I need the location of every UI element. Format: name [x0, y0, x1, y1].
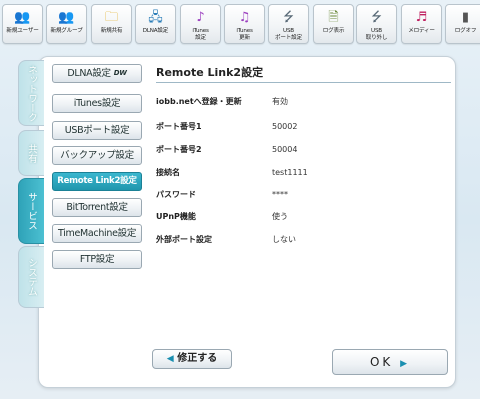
setting-value: ****: [272, 190, 288, 199]
log-document-icon: 🗎: [328, 10, 339, 25]
new-share-button[interactable]: 🗀 新規共有: [91, 4, 132, 44]
toolbar: 👥 新規ユーザー 👥 新規グループ 🗀 新規共有 🖧 DLNA設定 ♪ iTunes 設定 ♫ iTu…: [2, 4, 480, 48]
usb-icon: ⭍: [283, 10, 294, 25]
dlna-logo-icon: DW: [113, 69, 127, 77]
toolbar-button-label: 新規共有: [100, 28, 123, 34]
menu-item-label: バックアップ設定: [60, 150, 134, 161]
melody-icon: ♬: [415, 10, 428, 25]
menu-bittorrent[interactable]: BitTorrent設定: [52, 198, 142, 217]
menu-item-label: TimeMachine設定: [57, 228, 137, 239]
itunes-note-icon: ♪: [196, 10, 205, 25]
new-user-button[interactable]: 👥 新規ユーザー: [2, 4, 43, 44]
usb-remove-icon: ⭍: [371, 10, 382, 25]
menu-item-label: FTP設定: [79, 254, 115, 265]
setting-label: 外部ポート設定: [156, 235, 212, 244]
usb-port-settings-button[interactable]: ⭍ USB ポート設定: [268, 4, 309, 44]
setting-label: パスワード: [156, 190, 196, 199]
setting-label: ポート番号1: [156, 122, 202, 131]
setting-value: 50002: [272, 122, 298, 131]
setting-value: 使う: [272, 212, 288, 221]
dlna-settings-button[interactable]: 🖧 DLNA設定: [135, 4, 176, 44]
tab-label: 共有: [26, 143, 37, 163]
toolbar-button-label: USB ポート設定: [275, 28, 302, 41]
menu-item-label: USBポート設定: [64, 125, 130, 136]
dlna-network-icon: 🖧: [148, 10, 163, 25]
tab-share[interactable]: 共有: [18, 130, 44, 176]
tab-label: ネットワーク: [26, 64, 37, 122]
tab-label: サービス: [26, 192, 37, 230]
logoff-button[interactable]: ▮ ログオフ: [445, 4, 480, 44]
setting-value: test1111: [272, 168, 308, 177]
toolbar-button-label: メロディー: [408, 28, 435, 34]
itunes-settings-button[interactable]: ♪ iTunes 設定: [180, 4, 221, 44]
toolbar-button-label: iTunes 更新: [236, 28, 253, 41]
ok-button-label: OK: [369, 355, 394, 369]
setting-label: 接続名: [156, 168, 180, 177]
toolbar-button-label: USB 取り外し: [365, 28, 388, 41]
setting-label: UPnP機能: [156, 212, 196, 221]
log-view-button[interactable]: 🗎 ログ表示: [313, 4, 354, 44]
menu-usb-port[interactable]: USBポート設定: [52, 121, 142, 140]
menu-item-label: BitTorrent設定: [66, 202, 128, 213]
menu-timemachine[interactable]: TimeMachine設定: [52, 224, 142, 243]
toolbar-button-label: 新規グループ: [50, 28, 83, 34]
menu-dlna[interactable]: DLNA設定 DW: [52, 64, 142, 83]
toolbar-button-label: ログ表示: [322, 28, 345, 34]
menu-ftp[interactable]: FTP設定: [52, 250, 142, 269]
menu-backup[interactable]: バックアップ設定: [52, 146, 142, 165]
setting-label: ポート番号2: [156, 145, 202, 154]
tab-system[interactable]: システム: [18, 246, 44, 308]
menu-itunes[interactable]: iTunes設定: [52, 94, 142, 113]
add-user-icon: 👥: [14, 10, 31, 25]
menu-item-label: iTunes設定: [73, 98, 121, 109]
setting-value: 有効: [272, 97, 288, 106]
edit-button[interactable]: ◀ 修正する: [152, 349, 232, 369]
new-share-folder-icon: 🗀: [104, 10, 118, 25]
section-title: Remote Link2設定: [156, 66, 451, 83]
melody-button[interactable]: ♬ メロディー: [401, 4, 442, 44]
tab-label: システム: [26, 258, 37, 296]
setting-value: 50004: [272, 145, 298, 154]
menu-remote-link2[interactable]: Remote Link2設定: [52, 172, 142, 191]
toolbar-button-label: iTunes 設定: [192, 28, 209, 41]
toolbar-button-label: ログオフ: [454, 28, 477, 34]
ok-button[interactable]: OK ▶: [332, 349, 448, 375]
tab-network[interactable]: ネットワーク: [18, 60, 44, 126]
itunes-update-button[interactable]: ♫ iTunes 更新: [224, 4, 265, 44]
edit-button-label: 修正する: [177, 353, 218, 364]
add-group-icon: 👥: [58, 10, 75, 25]
tab-service[interactable]: サービス: [18, 178, 44, 244]
itunes-update-icon: ♫: [238, 10, 251, 25]
setting-value: しない: [272, 235, 296, 244]
toolbar-button-label: 新規ユーザー: [6, 28, 39, 34]
arrow-right-icon: ▶: [400, 359, 411, 369]
toolbar-button-label: DLNA設定: [142, 28, 169, 34]
setting-label: iobb.netへ登録・更新: [156, 97, 242, 106]
usb-remove-button[interactable]: ⭍ USB 取り外し: [356, 4, 397, 44]
menu-item-label: DLNA設定: [67, 68, 111, 79]
new-group-button[interactable]: 👥 新規グループ: [46, 4, 87, 44]
menu-item-label: Remote Link2設定: [57, 176, 137, 186]
logoff-door-icon: ▮: [461, 10, 470, 25]
arrow-left-icon: ◀: [166, 354, 174, 364]
